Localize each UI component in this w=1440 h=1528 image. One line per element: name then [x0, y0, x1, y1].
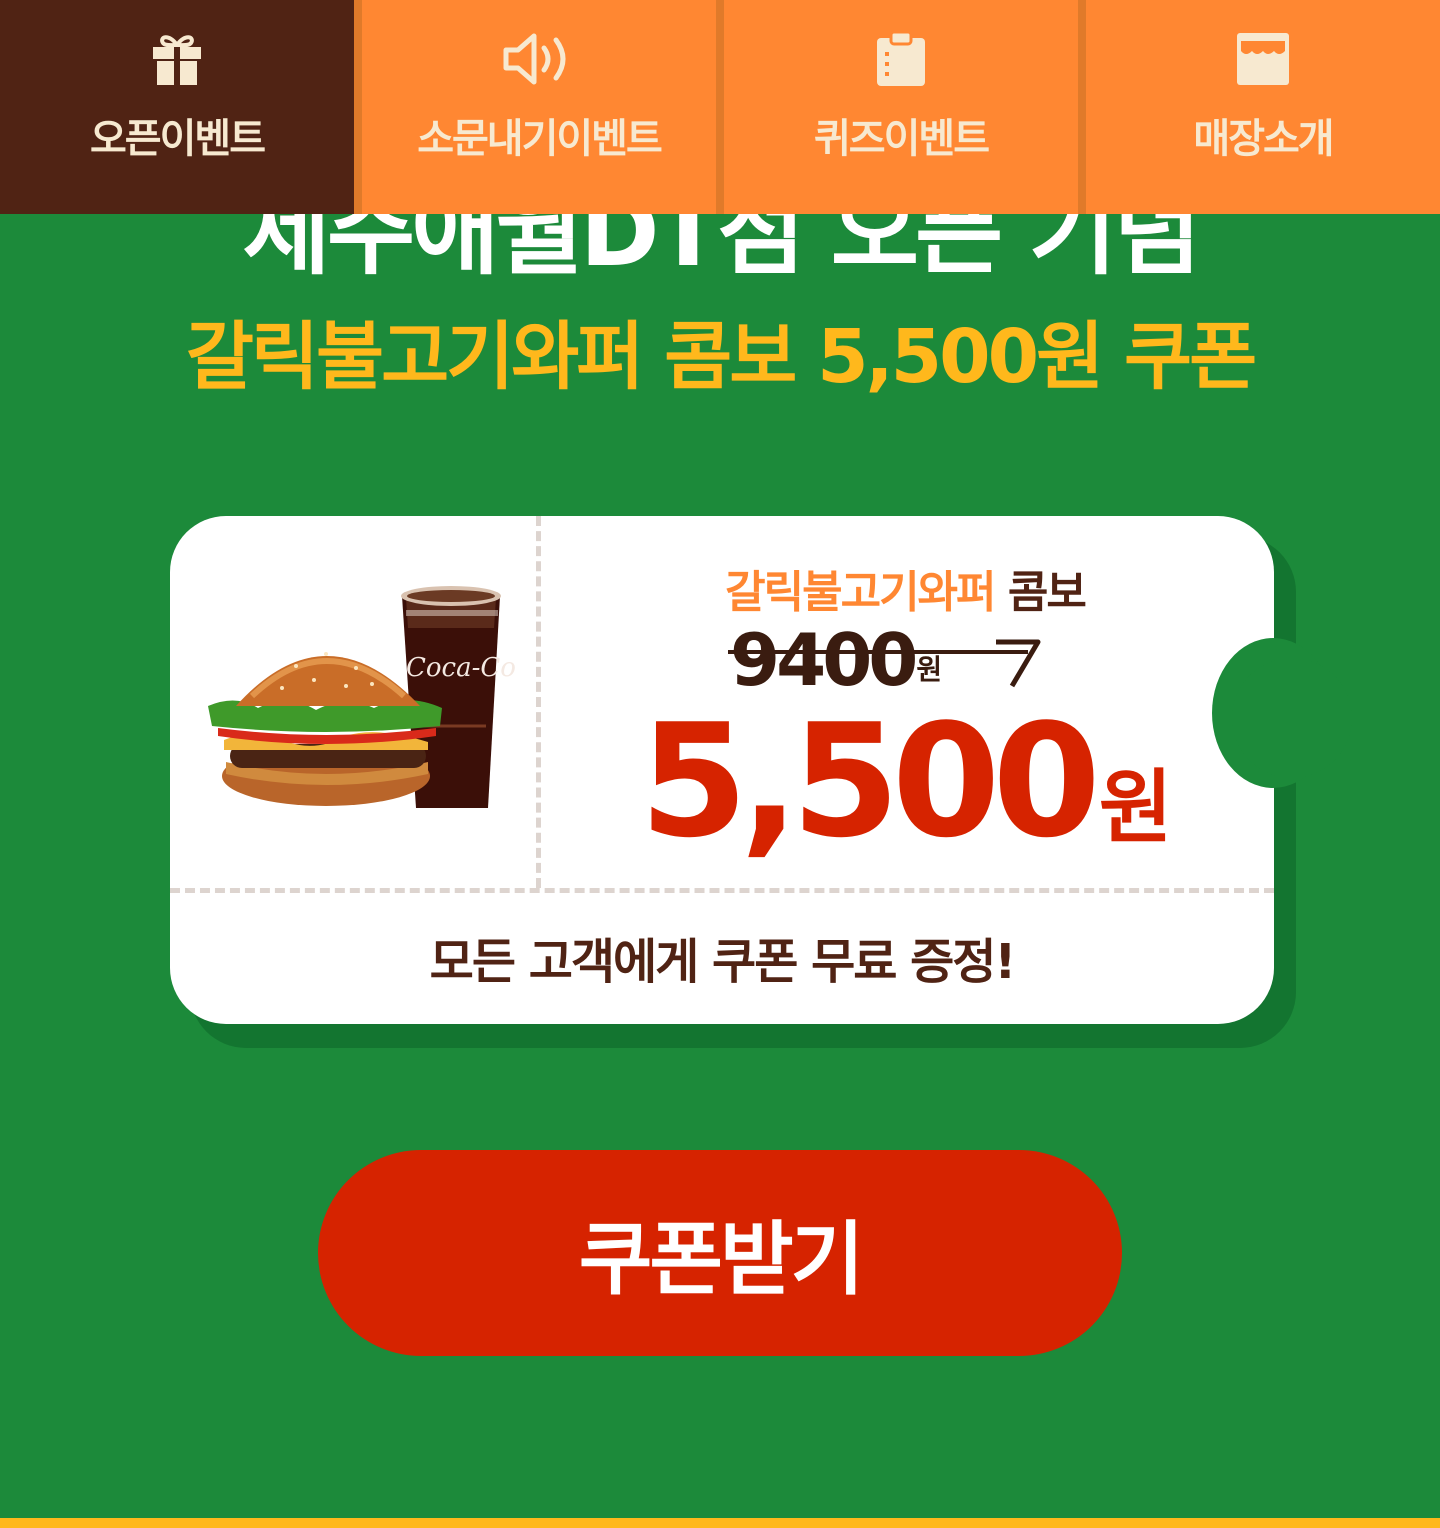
sale-price: 5,500원 [536, 696, 1274, 866]
original-price-unit: 원 [916, 653, 942, 686]
tab-share-event-label: 소문내기이벤트 [417, 116, 663, 162]
coupon-horizontal-divider [170, 888, 1274, 893]
coupon-menu-title: 갈릭불고기와퍼 콤보 [536, 556, 1274, 620]
sale-price-unit: 원 [1098, 761, 1173, 854]
get-coupon-button[interactable]: 쿠폰받기 [318, 1150, 1122, 1356]
clipboard-icon [875, 30, 927, 88]
tab-quiz-event-label: 퀴즈이벤트 [814, 116, 990, 162]
tab-store-intro-label: 매장소개 [1193, 116, 1334, 162]
price-strikethrough [728, 650, 1028, 654]
tab-quiz-event[interactable]: 퀴즈이벤트 [716, 0, 1078, 214]
sale-price-value: 5,500 [639, 690, 1100, 872]
tab-store-intro[interactable]: 매장소개 [1078, 0, 1440, 214]
event-nav: 오픈이벤트 소문내기이벤트 퀴즈이벤트 매장소개 [0, 0, 1440, 214]
gift-icon [149, 30, 205, 88]
coupon-card: Coca-Cola 갈릭불고기와퍼 콤보 9400원 5,500원 모든 고객에… [170, 516, 1274, 1024]
page-subtitle: 갈릭불고기와퍼 콤보 5,500원 쿠폰 [185, 314, 1257, 400]
coupon-notch-shadow [1232, 658, 1352, 778]
tab-share-event[interactable]: 소문내기이벤트 [354, 0, 716, 214]
speaker-icon [502, 30, 576, 88]
store-icon [1235, 30, 1291, 88]
strike-arrow-icon [996, 639, 1041, 688]
original-price: 9400원 [728, 618, 1041, 702]
bottom-accent-bar [0, 1518, 1440, 1528]
coupon-menu-kind: 콤보 [1007, 567, 1087, 618]
coupon-menu-name: 갈릭불고기와퍼 [725, 567, 996, 618]
cup-logo-text: Coca-Cola [406, 653, 516, 683]
tab-open-event[interactable]: 오픈이벤트 [0, 0, 354, 214]
coupon-footer-text: 모든 고객에게 쿠폰 무료 증정! [429, 934, 1017, 990]
tab-open-event-label: 오픈이벤트 [90, 116, 266, 162]
burger-and-cola-image: Coca-Cola [208, 586, 516, 808]
